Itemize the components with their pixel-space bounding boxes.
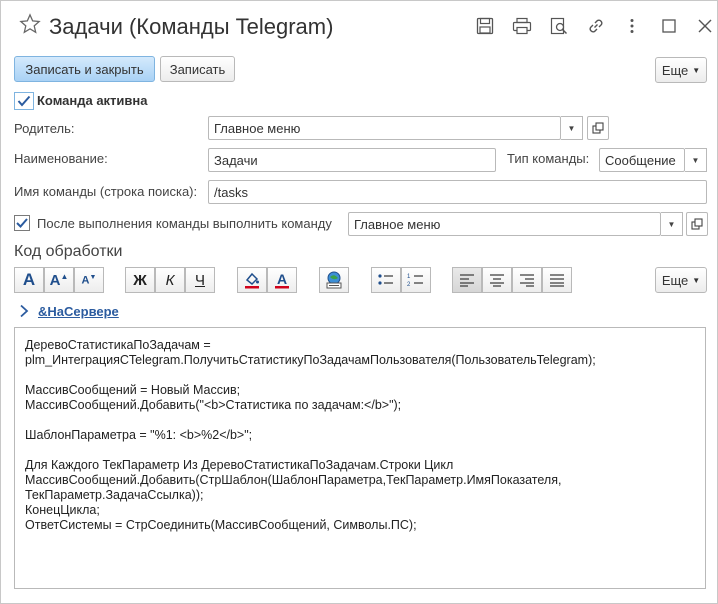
code-line: ОтветСистемы = СтрСоединить(МассивСообще…: [25, 518, 417, 532]
code-line: plm_ИнтеграцияСTelegram.ПолучитьСтатисти…: [25, 353, 596, 367]
open-icon: [691, 218, 703, 230]
command-type-label: Тип команды:: [507, 151, 590, 166]
command-type-dropdown-button[interactable]: ▼: [685, 148, 707, 172]
save-icon[interactable]: [474, 15, 496, 37]
name-label: Наименование:: [14, 151, 108, 166]
after-exec-dropdown-button[interactable]: ▼: [661, 212, 683, 236]
after-exec-open-button[interactable]: [686, 212, 708, 236]
active-checkbox-label: Команда активна: [37, 93, 148, 108]
bold-button[interactable]: Ж: [125, 267, 155, 293]
parent-dropdown-button[interactable]: ▼: [561, 116, 583, 140]
command-name-label: Имя команды (строка поиска):: [14, 184, 198, 199]
star-icon[interactable]: [19, 13, 41, 35]
align-justify-icon[interactable]: [542, 267, 572, 293]
command-name-field[interactable]: /tasks: [208, 180, 707, 204]
chevron-down-icon: ▼: [692, 275, 701, 285]
parent-label: Родитель:: [14, 121, 75, 136]
align-left-icon[interactable]: [452, 267, 482, 293]
save-and-close-button[interactable]: Записать и закрыть: [14, 56, 155, 82]
code-line: МассивСообщений.Добавить("<b>Статистика …: [25, 398, 402, 412]
after-exec-label: После выполнения команды выполнить коман…: [37, 216, 332, 231]
close-icon[interactable]: [694, 15, 716, 37]
font-size-icon[interactable]: A: [14, 267, 44, 293]
bullet-list-icon[interactable]: [371, 267, 401, 293]
checkmark-icon: [17, 95, 31, 107]
italic-label: К: [165, 271, 175, 289]
after-exec-field[interactable]: Главное меню: [348, 212, 661, 236]
code-more-button[interactable]: Еще ▼: [655, 267, 707, 293]
code-section-title: Код обработки: [14, 243, 123, 260]
code-editor[interactable]: ДеревоСтатистикаПоЗадачам = plm_Интеграц…: [14, 327, 706, 589]
code-line: МассивСообщений = Новый Массив;: [25, 383, 241, 397]
checkmark-icon: [16, 218, 28, 228]
parent-open-button[interactable]: [587, 116, 609, 140]
server-link[interactable]: &НаСервере: [38, 304, 119, 319]
underline-label: Ч: [195, 271, 205, 289]
align-right-icon[interactable]: [512, 267, 542, 293]
code-line: Для Каждого ТекПараметр Из ДеревоСтатист…: [25, 458, 454, 472]
more-button[interactable]: Еще ▼: [655, 57, 707, 83]
more-vertical-icon[interactable]: [621, 15, 643, 37]
after-exec-checkbox[interactable]: [14, 215, 30, 231]
svg-text:A: A: [277, 271, 287, 287]
text-color-icon[interactable]: A: [267, 267, 297, 293]
italic-button[interactable]: К: [155, 267, 185, 293]
insert-picture-icon[interactable]: [319, 267, 349, 293]
open-icon: [592, 122, 604, 134]
parent-field[interactable]: Главное меню: [208, 116, 561, 140]
chevron-down-icon: ▼: [692, 65, 701, 75]
numbered-list-icon[interactable]: 12: [401, 267, 431, 293]
name-field[interactable]: Задачи: [208, 148, 496, 172]
chevron-down-icon: ▼: [667, 219, 676, 229]
code-line: МассивСообщений.Добавить(СтрШаблон(Шабло…: [25, 473, 562, 487]
link-icon[interactable]: [585, 15, 607, 37]
chevron-down-icon: ▼: [567, 123, 576, 133]
background-color-icon[interactable]: [237, 267, 267, 293]
active-checkbox[interactable]: [14, 92, 34, 110]
print-icon[interactable]: [511, 15, 533, 37]
preview-icon[interactable]: [548, 15, 570, 37]
align-center-icon[interactable]: [482, 267, 512, 293]
code-line: ТекПараметр.ЗадачаСсылка));: [25, 488, 204, 502]
maximize-icon[interactable]: [658, 15, 680, 37]
window-title: Задачи (Команды Telegram): [49, 14, 334, 39]
code-line: ШаблонПараметра = "%1: <b>%2</b>";: [25, 428, 253, 442]
save-button[interactable]: Записать: [160, 56, 235, 82]
decrease-font-icon[interactable]: A▼: [74, 267, 104, 293]
svg-text:1: 1: [407, 274, 411, 280]
bold-label: Ж: [133, 271, 147, 289]
underline-button[interactable]: Ч: [185, 267, 215, 293]
form-window: Задачи (Команды Telegram) Записать и зак…: [0, 0, 718, 604]
command-type-field[interactable]: Сообщение: [599, 148, 685, 172]
code-more-label: Еще: [661, 272, 689, 288]
svg-text:2: 2: [407, 282, 411, 288]
chevron-right-icon[interactable]: [18, 304, 30, 318]
chevron-down-icon: ▼: [691, 155, 700, 165]
code-line: КонецЦикла;: [25, 503, 100, 517]
more-button-label: Еще: [661, 62, 689, 78]
increase-font-icon[interactable]: A▲: [44, 267, 74, 293]
code-line: ДеревоСтатистикаПоЗадачам =: [25, 338, 211, 352]
